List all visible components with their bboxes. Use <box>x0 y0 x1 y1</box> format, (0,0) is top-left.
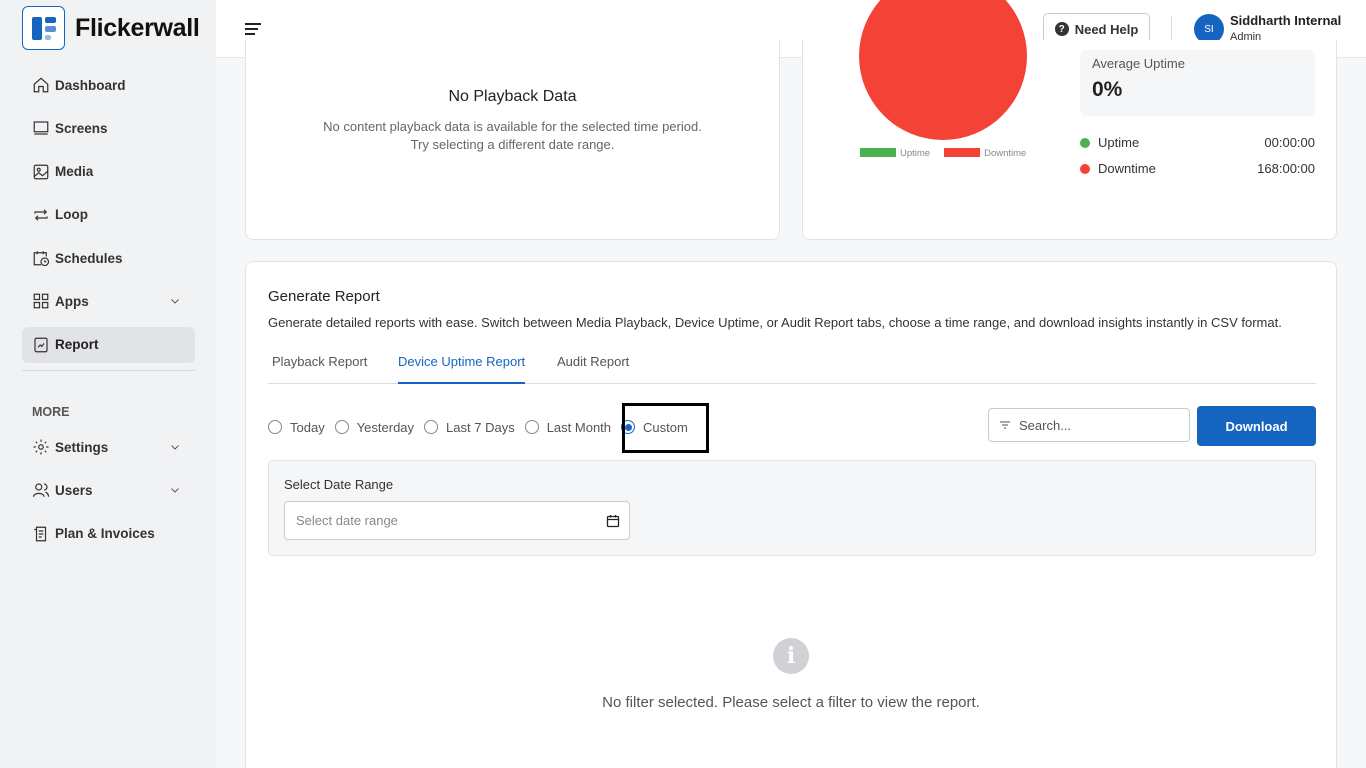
invoice-icon <box>34 526 47 541</box>
empty-state-message: No filter selected. Please select a filt… <box>602 694 980 711</box>
grid-icon <box>33 294 49 309</box>
pie-slice-downtime[interactable] <box>859 0 1027 140</box>
playback-card: No Playback Data No content playback dat… <box>245 40 780 240</box>
sidebar-item-label: Apps <box>55 293 89 309</box>
date-range-panel: Select Date Range Select date range <box>268 460 1316 556</box>
sidebar-item-settings[interactable]: Settings <box>22 429 195 465</box>
downtime-label: Downtime <box>1098 161 1156 176</box>
download-button[interactable]: Download <box>1197 406 1316 446</box>
flickerwall-logo-icon <box>22 6 65 50</box>
radio-icon[interactable] <box>524 420 539 434</box>
sidebar-item-label: Settings <box>55 439 109 455</box>
user-name[interactable]: Siddharth Internal <box>1230 13 1341 28</box>
chevron-down-icon[interactable] <box>169 441 181 453</box>
sidebar-item-plan-invoices[interactable]: Plan & Invoices <box>22 516 195 552</box>
sidebar-item-media[interactable]: Media <box>22 154 195 190</box>
range-yesterday[interactable]: Yesterday <box>334 420 414 435</box>
sidebar-item-label: Report <box>55 337 99 353</box>
legend-uptime[interactable]: Uptime <box>860 148 930 159</box>
sidebar-item-label: Loop <box>55 207 88 223</box>
sidebar-nav: Dashboard Screens Media Loop Schedules A… <box>22 67 195 372</box>
average-uptime-box: Average Uptime 0% <box>1080 50 1315 116</box>
sidebar-item-label: Users <box>55 482 93 498</box>
sidebar-divider <box>22 370 195 372</box>
uptime-pie-svg <box>859 0 1027 140</box>
users-icon <box>32 483 50 498</box>
search-placeholder: Search... <box>1019 417 1072 433</box>
calendar-icon[interactable] <box>606 514 620 528</box>
downtime-stat-row: Downtime 168:00:00 <box>1080 161 1315 176</box>
tab-playback-report[interactable]: Playback Report <box>272 354 367 384</box>
range-last-7-days[interactable]: Last 7 Days <box>424 420 515 435</box>
calendar-clock-icon <box>33 251 50 267</box>
focus-highlight-box <box>622 403 709 453</box>
sidebar-item-label: Dashboard <box>55 77 126 93</box>
sidebar-item-label: Plan & Invoices <box>55 526 155 542</box>
report-icon <box>34 337 48 353</box>
search-input[interactable]: Search... <box>988 408 1190 442</box>
sidebar-item-report[interactable]: Report <box>22 326 195 363</box>
date-range-input[interactable]: Select date range <box>284 501 630 540</box>
brand-name: Flickerwall <box>75 13 200 42</box>
tab-audit-report[interactable]: Audit Report <box>557 354 629 384</box>
generate-report-card: Generate Report Generate detailed report… <box>245 261 1337 768</box>
chart-legend: Uptime Downtime <box>860 148 1026 159</box>
sidebar-item-users[interactable]: Users <box>22 472 195 508</box>
range-today[interactable]: Today <box>268 420 325 435</box>
chevron-down-icon[interactable] <box>169 295 181 307</box>
sidebar-item-label: Schedules <box>55 250 123 266</box>
menu-toggle-icon[interactable] <box>243 19 263 39</box>
downtime-dot-icon <box>1080 164 1090 174</box>
report-description: Generate detailed reports with ease. Swi… <box>268 315 1282 330</box>
downtime-value: 168:00:00 <box>1257 161 1315 176</box>
no-playback-desc-line1: No content playback data is available fo… <box>323 119 702 134</box>
uptime-stat-row: Uptime 00:00:00 <box>1080 135 1315 150</box>
average-uptime-value: 0% <box>1092 78 1123 101</box>
screen-icon <box>33 121 49 135</box>
uptime-pie-chart <box>858 0 1028 140</box>
radio-icon[interactable] <box>334 420 349 434</box>
info-icon: i <box>773 638 809 674</box>
home-icon <box>33 77 49 93</box>
uptime-label: Uptime <box>1098 135 1140 150</box>
no-playback-desc-line2: Try selecting a different date range. <box>410 137 615 152</box>
sidebar: Flickerwall Dashboard Screens Media Loop… <box>0 0 216 768</box>
range-last-month[interactable]: Last Month <box>524 420 611 435</box>
need-help-label: Need Help <box>1074 21 1139 37</box>
legend-downtime[interactable]: Downtime <box>944 148 1026 159</box>
uptime-dot-icon <box>1080 138 1090 148</box>
date-range-placeholder: Select date range <box>296 513 398 528</box>
report-title: Generate Report <box>268 288 380 305</box>
question-icon: ? <box>1054 22 1069 36</box>
sidebar-item-dashboard[interactable]: Dashboard <box>22 67 195 103</box>
report-tabs: Playback Report Device Uptime Report Aud… <box>268 350 1316 384</box>
radio-icon[interactable] <box>424 420 439 434</box>
no-playback-title: No Playback Data <box>448 88 577 105</box>
radio-icon[interactable] <box>268 420 282 434</box>
date-range-label: Select Date Range <box>284 477 394 492</box>
sidebar-section-more: MORE <box>32 405 70 419</box>
sidebar-item-label: Screens <box>55 120 108 136</box>
gear-icon <box>33 439 49 455</box>
image-icon <box>33 164 49 179</box>
sidebar-item-screens[interactable]: Screens <box>22 110 195 146</box>
sidebar-item-label: Media <box>55 164 94 180</box>
filter-icon <box>1000 421 1010 429</box>
sidebar-item-apps[interactable]: Apps <box>22 283 195 319</box>
average-uptime-label: Average Uptime <box>1092 56 1185 71</box>
tab-device-uptime-report[interactable]: Device Uptime Report <box>398 354 526 384</box>
sidebar-nav-more: Settings Users Plan & Invoices <box>22 429 195 559</box>
header-divider <box>1171 16 1172 42</box>
sidebar-item-loop[interactable]: Loop <box>22 197 195 233</box>
sidebar-item-schedules[interactable]: Schedules <box>22 240 195 276</box>
chevron-down-icon[interactable] <box>169 484 181 496</box>
brand-logo[interactable]: Flickerwall <box>22 6 200 50</box>
no-playback-description: No content playback data is available fo… <box>246 118 779 154</box>
loop-icon <box>34 209 48 221</box>
uptime-value: 00:00:00 <box>1264 135 1315 150</box>
device-uptime-card: Uptime Downtime Average Uptime 0% Uptime… <box>802 0 1337 240</box>
